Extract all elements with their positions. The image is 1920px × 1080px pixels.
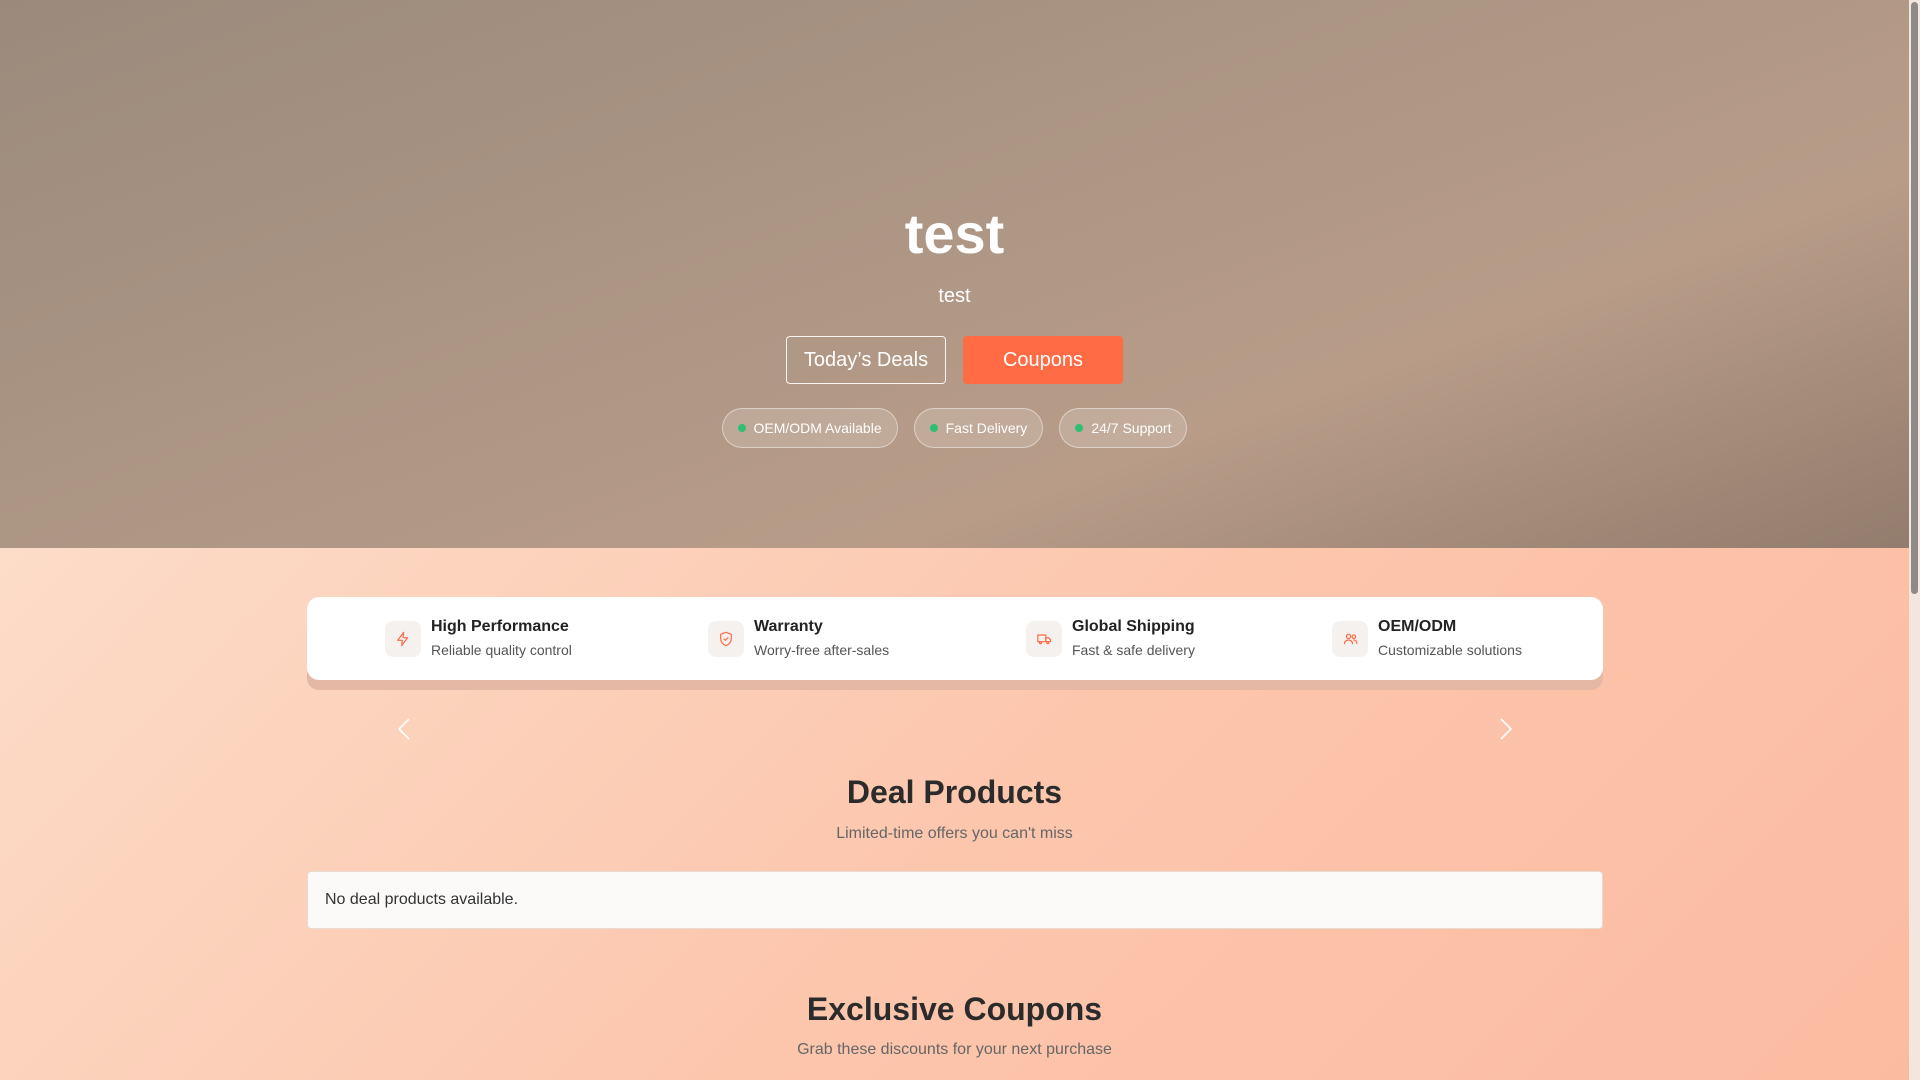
- feature-global-shipping: Global Shipping Fast & safe delivery: [1026, 617, 1195, 660]
- badge-fast-delivery: Fast Delivery: [913, 408, 1044, 448]
- scrollbar-thumb[interactable]: [1911, 2, 1918, 594]
- feature-title: OEM/ODM: [1378, 618, 1457, 635]
- feature-desc: Worry-free after-sales: [754, 642, 890, 658]
- deals-empty-state: No deal products available.: [307, 871, 1603, 929]
- badge-support: 24/7 Support: [1059, 408, 1188, 448]
- feature-warranty: Warranty Worry-free after-sales: [708, 617, 889, 660]
- feature-title: High Performance: [431, 618, 569, 635]
- hero-buttons: Today’s Deals Coupons: [786, 336, 1123, 384]
- coupons-section-subtitle: Grab these discounts for your next purch…: [797, 1041, 1112, 1058]
- carousel-prev-button[interactable]: [389, 714, 419, 744]
- badge-label: Fast Delivery: [945, 420, 1028, 436]
- feature-desc: Reliable quality control: [431, 642, 572, 658]
- shield-check-icon: [708, 620, 744, 657]
- truck-icon: [1026, 620, 1062, 657]
- feature-desc: Customizable solutions: [1378, 642, 1522, 658]
- lightning-icon: [385, 620, 421, 657]
- badge-label: 24/7 Support: [1091, 420, 1172, 436]
- hero-banner: test test Today’s Deals Coupons OEM/ODM …: [0, 0, 1909, 548]
- todays-deals-button[interactable]: Today’s Deals: [786, 336, 946, 384]
- coupons-section-title: Exclusive Coupons: [806, 991, 1103, 1027]
- status-dot-icon: [737, 424, 746, 432]
- status-dot-icon: [929, 424, 938, 432]
- feature-desc: Fast & safe delivery: [1072, 642, 1195, 658]
- chevron-left-icon: [397, 718, 410, 740]
- status-dot-icon: [1075, 424, 1084, 432]
- badge-label: OEM/ODM Available: [753, 420, 882, 436]
- page-scrollbar[interactable]: [1909, 0, 1920, 1080]
- hero-subtitle: test: [938, 285, 971, 307]
- feature-title: Warranty: [754, 618, 823, 635]
- carousel-next-button[interactable]: [1491, 714, 1521, 744]
- users-icon: [1332, 620, 1368, 657]
- badge-oem-odm: OEM/ODM Available: [721, 408, 898, 448]
- features-bar: High Performance Reliable quality contro…: [307, 597, 1603, 680]
- deals-section-title: Deal Products: [846, 774, 1063, 810]
- hero-title: test: [904, 202, 1005, 265]
- feature-title: Global Shipping: [1072, 618, 1195, 635]
- chevron-right-icon: [1500, 718, 1513, 740]
- coupons-button[interactable]: Coupons: [963, 336, 1123, 384]
- feature-high-performance: High Performance Reliable quality contro…: [385, 617, 572, 660]
- deals-section-subtitle: Limited-time offers you can't miss: [836, 825, 1073, 842]
- hero-badges: OEM/ODM Available Fast Delivery 24/7 Sup…: [721, 408, 1188, 448]
- feature-oem-odm: OEM/ODM Customizable solutions: [1332, 617, 1522, 660]
